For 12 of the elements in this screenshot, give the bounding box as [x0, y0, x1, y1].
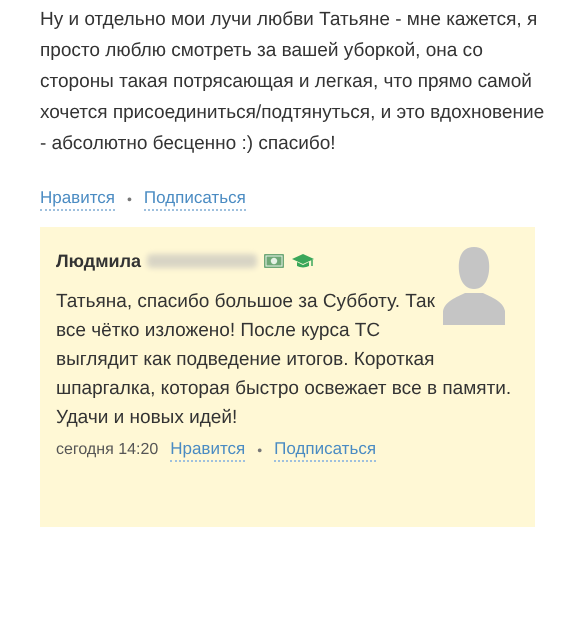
- action-link[interactable]: Подписаться: [144, 187, 246, 211]
- author-name: Людмила: [56, 250, 142, 273]
- separator-dot: •: [257, 440, 262, 460]
- banknote-icon: [263, 253, 286, 269]
- separator-dot: •: [127, 190, 132, 208]
- reply-text: Татьяна, спасибо большое за Субботу. Так все чётко изложено! После курса ТС выглядит как подведение итогов. Короткая шпаргалка, которая быстро освежает все в памяти. Удачи и новых идей!: [56, 290, 512, 430]
- comment-time: сегодня 14:20: [56, 440, 158, 460]
- action-link[interactable]: Нравится: [40, 187, 116, 211]
- post-text: Ну и отдельно мои лучи любви Татьяне - мне кажется, я просто люблю смотреть за вашей уборкой, она со стороны такая потрясающая и легкая, что прямо самой хочется присоединиться/подтянуться, и это вдохновение - абсолютно бесценно :) спасибо!: [40, 8, 545, 156]
- graduation-cap-icon: [291, 252, 316, 270]
- action-link[interactable]: Нравится: [170, 438, 246, 462]
- action-link[interactable]: Подписаться: [274, 438, 376, 462]
